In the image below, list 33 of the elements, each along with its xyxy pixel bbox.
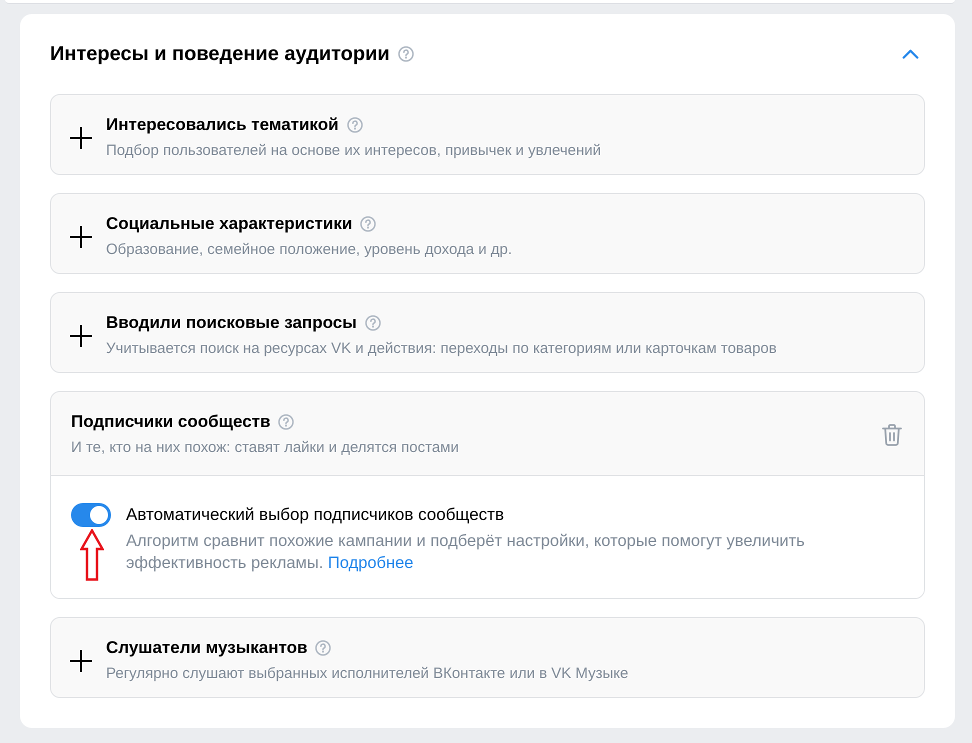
category-description: И те, кто на них похож: ставят лайки и делятся постами bbox=[71, 438, 460, 458]
category-title: Социальные характеристики bbox=[106, 213, 352, 235]
category-card[interactable]: Социальные характеристики Образование, семейное положение, уровень дохода и др. bbox=[50, 193, 925, 274]
more-link[interactable]: Подробнее bbox=[328, 554, 414, 572]
help-icon[interactable] bbox=[346, 117, 363, 133]
category-card[interactable] bbox=[50, 391, 925, 599]
category-description: Регулярно слушают выбранных исполнителей ВКонтакте или в VK Музыке bbox=[106, 664, 630, 684]
help-icon[interactable] bbox=[364, 315, 381, 331]
toggle-switch[interactable] bbox=[71, 503, 111, 527]
arrow-up-icon bbox=[80, 529, 104, 581]
category-title: Слушатели музыкантов bbox=[106, 637, 308, 659]
plus-icon[interactable] bbox=[70, 650, 92, 672]
category-description: Учитывается поиск на ресурсах VK и действия: переходы по категориям или карточкам товаров bbox=[106, 339, 778, 359]
category-card[interactable]: Слушатели музыкантов Регулярно слушают выбранных исполнителей ВКонтакте или в VK Музыке bbox=[50, 617, 925, 698]
help-icon[interactable] bbox=[360, 216, 376, 232]
category-description: Подбор пользователей на основе их интересов, привычек и увлечений bbox=[106, 141, 602, 161]
plus-icon[interactable] bbox=[70, 324, 92, 346]
plus-icon[interactable] bbox=[70, 126, 92, 148]
category-title: Вводили поисковые запросы bbox=[106, 312, 357, 334]
plus-icon[interactable] bbox=[70, 226, 92, 248]
category-title: Подписчики сообществ bbox=[71, 411, 270, 433]
section-title: Интересы и поведение аудитории bbox=[50, 42, 390, 66]
option-label: Автоматический выбор подписчиков сообществ bbox=[126, 504, 505, 526]
chevron-up-icon[interactable] bbox=[902, 49, 919, 59]
category-card[interactable]: Вводили поисковые запросы Учитывается поиск на ресурсах VK и действия: переходы по категориям или карточкам товаров bbox=[50, 292, 925, 373]
help-icon[interactable] bbox=[278, 414, 294, 430]
category-description: Образование, семейное положение, уровень дохода и др. bbox=[106, 240, 514, 260]
category-title: Интересовались тематикой bbox=[106, 114, 339, 136]
help-icon[interactable] bbox=[315, 640, 332, 656]
help-icon[interactable] bbox=[398, 46, 414, 62]
category-card[interactable]: Интересовались тематикой Подбор пользователей на основе их интересов, привычек и увлечений bbox=[50, 94, 925, 175]
option-description: Алгоритм сравнит похожие кампании и подберёт настройки, которые помогут увеличить эффективность рекламы. Подробнее bbox=[126, 531, 806, 574]
trash-icon[interactable] bbox=[882, 424, 902, 446]
